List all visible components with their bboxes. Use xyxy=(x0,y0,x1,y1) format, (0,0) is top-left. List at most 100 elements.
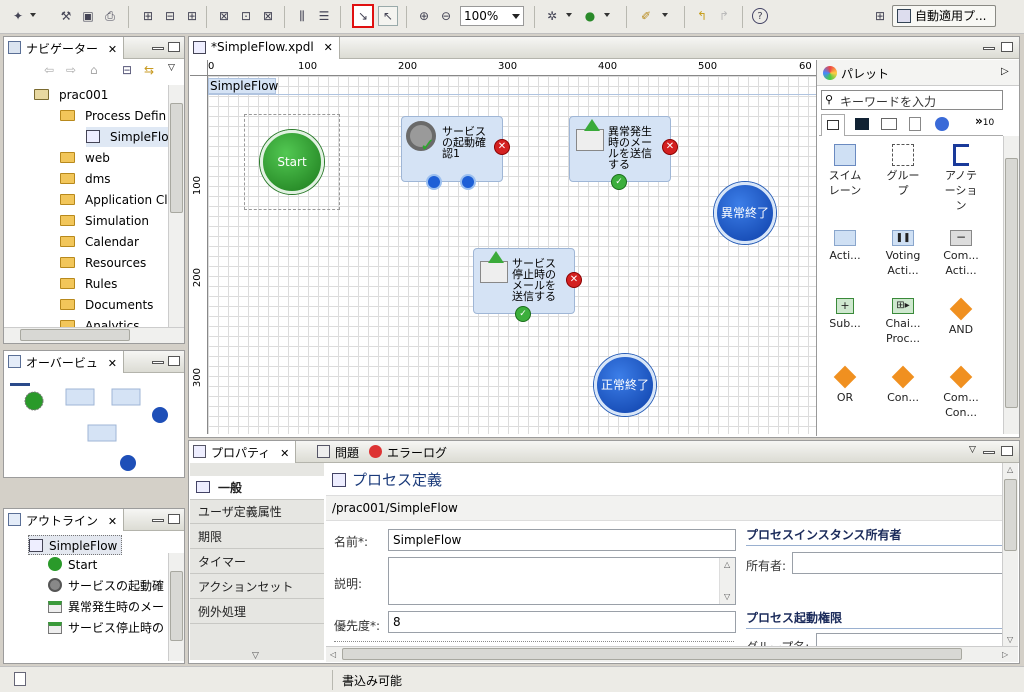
view-menu-icon[interactable]: ▽ xyxy=(168,63,175,73)
section-timer[interactable]: タイマー xyxy=(190,550,324,574)
maximize-icon[interactable] xyxy=(1001,446,1013,456)
close-icon[interactable]: ✕ xyxy=(280,447,289,460)
palette-item-subprocess[interactable]: + Sub... xyxy=(817,298,873,331)
minimize-icon[interactable] xyxy=(152,519,164,522)
external-tool-dropdown[interactable] xyxy=(662,13,668,17)
align-right-icon[interactable]: ⊞ xyxy=(182,6,202,26)
scroll-thumb[interactable] xyxy=(1005,158,1018,408)
maximize-icon[interactable] xyxy=(1001,42,1013,52)
view-menu-icon[interactable]: ▽ xyxy=(969,445,976,455)
scroll-thumb[interactable] xyxy=(170,103,183,213)
palette-item-group[interactable]: グループ xyxy=(875,144,931,198)
tree-item-analytics[interactable]: Analytics xyxy=(60,316,140,327)
section-exception[interactable]: 例外処理 xyxy=(190,600,324,624)
navigator-vscroll[interactable] xyxy=(168,85,184,327)
new-wizard-icon[interactable]: ✦ xyxy=(8,6,28,26)
section-user-attributes[interactable]: ユーザ定義属性 xyxy=(190,500,324,524)
tree-item-application[interactable]: Application Cl xyxy=(60,190,168,210)
tab-problems[interactable]: 問題 xyxy=(313,441,365,463)
tree-item-rules[interactable]: Rules xyxy=(60,274,117,294)
link-editor-icon[interactable]: ⇆ xyxy=(144,63,154,77)
tree-item-resources[interactable]: Resources xyxy=(60,253,146,273)
section-deadline[interactable]: 期限 xyxy=(190,525,324,549)
tree-item-web[interactable]: web xyxy=(60,148,110,168)
ok-badge-icon[interactable]: ✓ xyxy=(515,306,531,322)
outline-item-simpleflow[interactable]: SimpleFlow xyxy=(28,535,123,555)
palette-search-input[interactable]: ⚲ キーワードを入力 xyxy=(821,90,1003,110)
tree-item-calendar[interactable]: Calendar xyxy=(60,232,139,252)
debug-dropdown[interactable] xyxy=(604,13,610,17)
run-config-dropdown[interactable] xyxy=(566,13,572,17)
section-action-set[interactable]: アクションセット xyxy=(190,575,324,599)
navigator-hscroll[interactable] xyxy=(4,327,184,343)
perspective-button[interactable]: 自動適用プ... xyxy=(892,5,996,27)
tab-simpleflow-xpdl[interactable]: *SimpleFlow.xpdl ✕ xyxy=(189,37,340,59)
connection-anchor-icon[interactable] xyxy=(426,174,442,190)
task-stop-mail[interactable]: サービス 停止時の メールを 送信する xyxy=(473,248,575,314)
start-event[interactable]: Start xyxy=(260,130,324,194)
maximize-icon[interactable] xyxy=(168,42,180,52)
collapse-all-icon[interactable]: ⊟ xyxy=(122,63,132,77)
palette-item-swimlane[interactable]: スイム レーン xyxy=(817,144,873,198)
palette-item-and[interactable]: AND xyxy=(933,297,989,337)
description-field[interactable]: △ ▽ xyxy=(388,557,736,605)
fast-view-icon[interactable] xyxy=(14,672,26,686)
tab-error-log[interactable]: エラーログ xyxy=(365,441,453,463)
ok-badge-icon[interactable]: ✓ xyxy=(611,174,627,190)
help-icon[interactable]: ? xyxy=(752,8,768,24)
name-field[interactable]: SimpleFlow xyxy=(388,529,736,551)
deploy-icon[interactable]: ⚒ xyxy=(56,6,76,26)
tree-item-prac001[interactable]: prac001 xyxy=(34,85,108,105)
scroll-thumb[interactable] xyxy=(170,571,183,641)
end-event-normal[interactable]: 正常終了 xyxy=(594,354,656,416)
outline-vscroll[interactable] xyxy=(168,553,184,661)
match-height-icon[interactable]: ☰ xyxy=(314,6,334,26)
palette-item-activity[interactable]: Acti... xyxy=(817,230,873,263)
back-icon[interactable]: ⇦ xyxy=(44,63,54,77)
properties-hscroll[interactable]: ◁ ▷ xyxy=(326,646,1018,662)
new-dropdown-arrow[interactable] xyxy=(30,13,36,17)
palette-item-chained-process[interactable]: ⊞▸ Chai... Proc... xyxy=(875,298,931,346)
tree-item-simpleflow[interactable]: SimpleFlo xyxy=(86,127,173,147)
outline-item-start[interactable]: Start xyxy=(48,555,97,575)
palette-item-or[interactable]: OR xyxy=(817,365,873,405)
close-icon[interactable]: ✕ xyxy=(108,43,117,56)
print-icon[interactable]: ⎙ xyxy=(100,6,120,26)
outline-item-service-check[interactable]: サービスの起動確 xyxy=(48,576,164,596)
run-config-icon[interactable]: ✲ xyxy=(542,6,562,26)
zoom-out-icon[interactable]: ⊖ xyxy=(436,6,456,26)
error-badge-icon[interactable]: ✕ xyxy=(566,272,582,288)
priority-field[interactable]: 8 xyxy=(388,611,736,633)
palette-item-annotation[interactable]: アノテ ーション xyxy=(933,144,989,213)
tree-item-dms[interactable]: dms xyxy=(60,169,111,189)
tree-item-documents[interactable]: Documents xyxy=(60,295,153,315)
close-icon[interactable]: ✕ xyxy=(108,515,117,528)
mail-tab-icon[interactable] xyxy=(881,118,897,130)
back-nav-icon[interactable]: ↰ xyxy=(692,6,712,26)
description-vscroll[interactable]: △ ▽ xyxy=(719,558,735,604)
error-badge-icon[interactable]: ✕ xyxy=(662,139,678,155)
palette-item-voting-activity[interactable]: ❚❚ Voting Acti... xyxy=(875,230,931,278)
align-bottom-icon[interactable]: ⊠ xyxy=(258,6,278,26)
forward-nav-icon[interactable]: ↱ xyxy=(714,6,734,26)
task-error-mail[interactable]: 異常発生 時のメー ルを送信 する xyxy=(569,116,671,182)
palette-collapse-icon[interactable]: ▷ xyxy=(1001,66,1009,77)
process-canvas[interactable]: SimpleFlow Start ✓ サービス の起動確 認1 ✕ 異常発生 時… xyxy=(208,76,816,434)
tab-navigator[interactable]: ナビゲーター ✕ xyxy=(4,37,125,59)
zoom-in-icon[interactable]: ⊕ xyxy=(414,6,434,26)
maximize-icon[interactable] xyxy=(168,514,180,524)
select-tool-icon[interactable]: ↖ xyxy=(378,6,398,26)
owner-field[interactable] xyxy=(792,552,1002,574)
palette-tab-active[interactable] xyxy=(821,114,845,136)
task-service-check[interactable]: ✓ サービス の起動確 認1 xyxy=(401,116,503,182)
overview-thumbnail[interactable] xyxy=(6,375,182,475)
tree-item-process-def[interactable]: Process Defin xyxy=(60,106,166,126)
tab-overview[interactable]: オーバービュ ✕ xyxy=(4,351,124,373)
connection-anchor-icon[interactable] xyxy=(460,174,476,190)
minimize-icon[interactable] xyxy=(152,361,164,364)
minimize-icon[interactable] xyxy=(152,47,164,50)
open-perspective-icon[interactable]: ⊞ xyxy=(870,6,890,26)
minimize-icon[interactable] xyxy=(983,47,995,50)
align-top-icon[interactable]: ⊠ xyxy=(214,6,234,26)
up-icon[interactable]: ⌂ xyxy=(90,63,98,77)
